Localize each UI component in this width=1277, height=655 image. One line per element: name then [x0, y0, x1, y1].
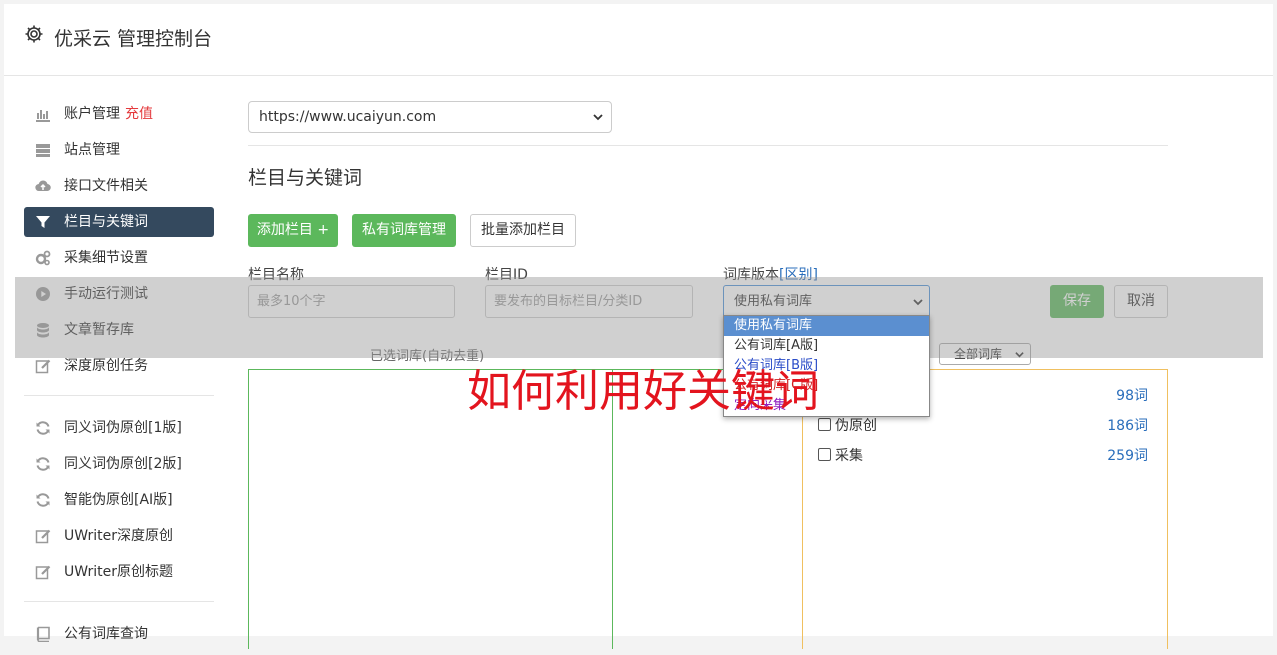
gears-icon: [35, 250, 51, 266]
sidebar-item-label: 智能伪原创[AI版]: [64, 492, 173, 508]
section-title: 栏目与关键词: [248, 167, 363, 189]
batch-add-button[interactable]: 批量添加栏目: [470, 214, 576, 247]
sidebar-item-label: 公有词库查询: [64, 626, 148, 642]
sidebar-item-label: 站点管理: [64, 142, 120, 158]
sidebar-item-uwriter-title[interactable]: UWriter原创标题: [24, 557, 214, 587]
lib-name: 伪原创: [835, 418, 877, 434]
filter-icon: [36, 216, 50, 228]
lib-count[interactable]: 98词: [1116, 385, 1148, 405]
sidebar-item-public-lib[interactable]: 公有词库查询: [24, 619, 214, 649]
sidebar-item-label: 同义词伪原创[1版]: [64, 420, 182, 436]
lib-row[interactable]: 伪原创 186词: [818, 415, 1148, 435]
divider: [248, 145, 1168, 146]
sidebar-item-label: 同义词伪原创[2版]: [64, 456, 182, 472]
sidebar-item-sites[interactable]: 站点管理: [24, 135, 214, 165]
edit-icon: [35, 359, 51, 374]
cloud-upload-icon: [35, 180, 51, 192]
bar-chart-icon: [36, 110, 50, 122]
sidebar: 账户管理 充值 站点管理 接口文件相关 栏目与关键词 采集细节设置 手动运行测试 …: [24, 99, 214, 655]
sidebar-divider: [24, 395, 214, 396]
edit-icon: [35, 529, 51, 544]
book-icon: [36, 626, 50, 642]
sidebar-item-label: UWriter原创标题: [64, 564, 173, 580]
sidebar-item-label: 采集细节设置: [64, 250, 148, 266]
refresh-icon: [36, 457, 50, 471]
header: 优采云 管理控制台: [4, 4, 1273, 76]
app-title: 优采云 管理控制台: [54, 28, 213, 50]
sidebar-item-label: UWriter深度原创: [64, 528, 173, 544]
refresh-icon: [36, 421, 50, 435]
refresh-icon: [36, 493, 50, 507]
chevron-down-icon: [593, 114, 603, 121]
sidebar-divider: [24, 601, 214, 602]
dropdown-option[interactable]: 使用私有词库: [724, 316, 929, 336]
highlight-overlay: [15, 277, 1263, 358]
lib-count[interactable]: 259词: [1107, 445, 1148, 465]
watermark-caption: 如何利用好关键词: [467, 366, 819, 417]
site-select[interactable]: https://www.ucaiyun.com: [248, 101, 612, 133]
recharge-link[interactable]: 充值: [125, 106, 153, 122]
sidebar-item-columns-keywords[interactable]: 栏目与关键词: [24, 207, 214, 237]
dropdown-option[interactable]: 公有词库[A版]: [724, 336, 929, 356]
sidebar-item-collect-settings[interactable]: 采集细节设置: [24, 243, 214, 273]
sidebar-item-label: 账户管理: [64, 106, 120, 122]
sidebar-item-synonym-v2[interactable]: 同义词伪原创[2版]: [24, 449, 214, 479]
private-lib-button[interactable]: 私有词库管理: [352, 214, 456, 247]
sidebar-item-synonym-v1[interactable]: 同义词伪原创[1版]: [24, 413, 214, 443]
lib-checkbox[interactable]: [818, 448, 831, 461]
add-column-button[interactable]: 添加栏目 +: [248, 214, 338, 247]
sidebar-item-uwriter-deep[interactable]: UWriter深度原创: [24, 521, 214, 551]
sidebar-item-label: 栏目与关键词: [64, 214, 148, 230]
lib-row[interactable]: 采集 259词: [818, 445, 1148, 465]
sidebar-item-interface[interactable]: 接口文件相关: [24, 171, 214, 201]
sidebar-item-ai-rewrite[interactable]: 智能伪原创[AI版]: [24, 485, 214, 515]
edit-icon: [35, 565, 51, 580]
sidebar-item-account[interactable]: 账户管理 充值: [24, 99, 214, 129]
server-icon: [36, 144, 50, 157]
gear-icon: [25, 25, 43, 43]
lib-count[interactable]: 186词: [1107, 415, 1148, 435]
sidebar-item-label: 接口文件相关: [64, 178, 148, 194]
site-select-value: https://www.ucaiyun.com: [259, 109, 437, 125]
lib-name: 采集: [835, 448, 863, 464]
lib-checkbox[interactable]: [818, 418, 831, 431]
